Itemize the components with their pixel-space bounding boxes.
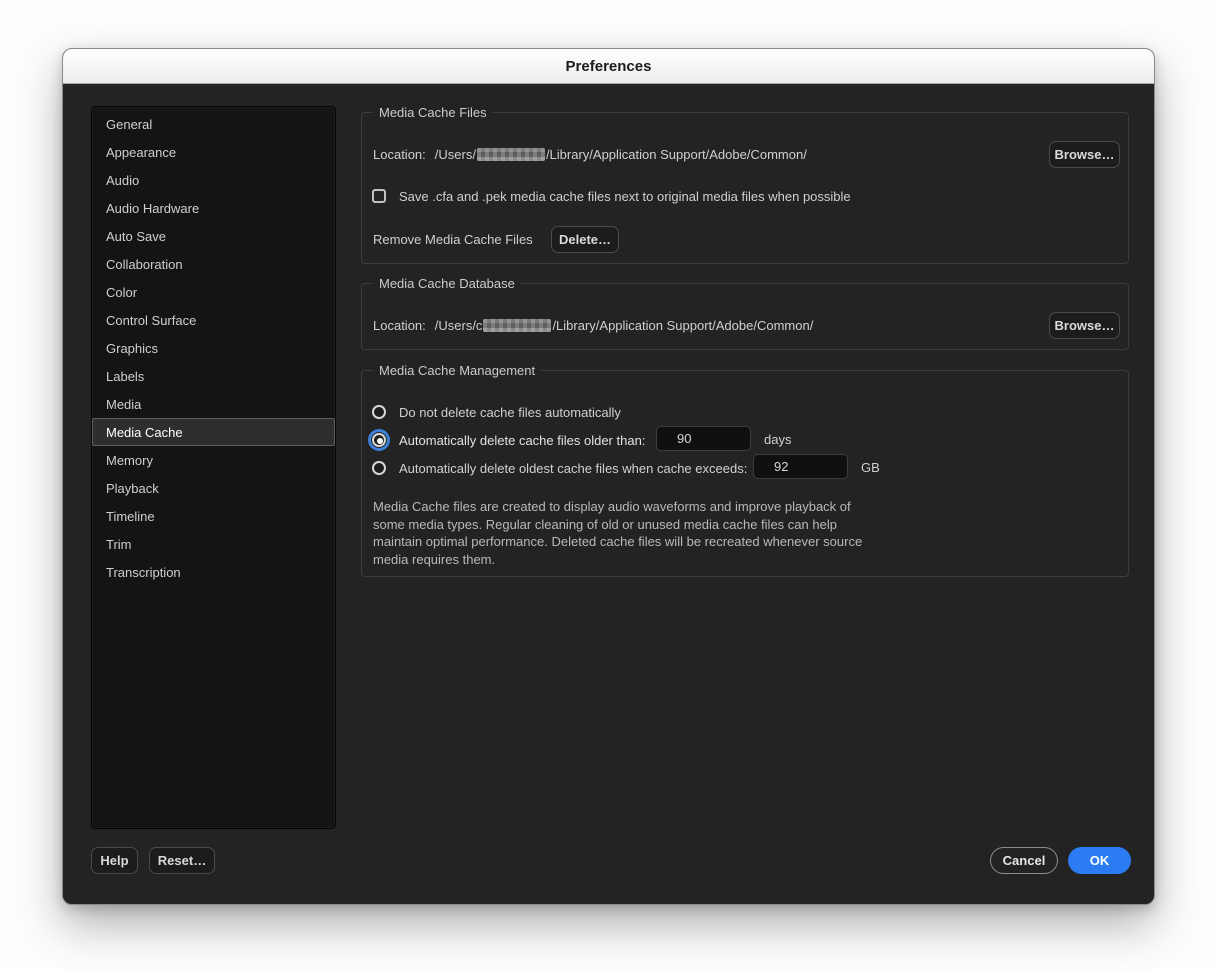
remove-media-cache-row: Remove Media Cache Files: [373, 231, 533, 247]
media-cache-management-legend: Media Cache Management: [373, 363, 541, 378]
sidebar-item-playback[interactable]: Playback: [92, 474, 335, 502]
sidebar-item-trim[interactable]: Trim: [92, 530, 335, 558]
radio-delete-older-than-label: Automatically delete cache files older t…: [399, 433, 645, 448]
radio-row-delete-exceeds: Automatically delete oldest cache files …: [372, 461, 747, 475]
files-location-label: Location:: [373, 147, 426, 162]
sidebar-item-appearance[interactable]: Appearance: [92, 138, 335, 166]
cancel-button[interactable]: Cancel: [990, 847, 1058, 874]
files-location-path: /Users//Library/Application Support/Adob…: [435, 147, 807, 162]
database-browse-button[interactable]: Browse…: [1049, 312, 1120, 339]
radio-row-delete-older: Automatically delete cache files older t…: [372, 433, 645, 447]
sidebar-item-color[interactable]: Color: [92, 278, 335, 306]
radio-do-not-delete[interactable]: [372, 405, 386, 419]
database-location-row: Location: /Users/c/Library/Application S…: [373, 316, 813, 334]
sidebar-item-collaboration[interactable]: Collaboration: [92, 250, 335, 278]
redacted-username: [477, 148, 545, 161]
days-unit-label: days: [764, 432, 791, 447]
files-location-row: Location: /Users//Library/Application Su…: [373, 145, 807, 163]
sidebar-item-transcription[interactable]: Transcription: [92, 558, 335, 586]
ok-button[interactable]: OK: [1068, 847, 1131, 874]
radio-do-not-delete-label: Do not delete cache files automatically: [399, 405, 621, 420]
save-next-to-media-checkbox[interactable]: [372, 189, 386, 203]
preferences-dialog: Preferences General Appearance Audio Aud…: [62, 48, 1155, 905]
description-line: some media types. Regular cleaning of ol…: [373, 516, 893, 534]
sidebar-item-media[interactable]: Media: [92, 390, 335, 418]
description-line: media requires them.: [373, 551, 893, 569]
dialog-body: General Appearance Audio Audio Hardware …: [63, 85, 1154, 905]
preferences-category-list: General Appearance Audio Audio Hardware …: [91, 106, 336, 829]
sidebar-item-audio-hardware[interactable]: Audio Hardware: [92, 194, 335, 222]
radio-delete-older-than[interactable]: [372, 433, 386, 447]
gb-input[interactable]: [753, 454, 848, 479]
title-bar: Preferences: [63, 49, 1154, 84]
radio-row-no-delete: Do not delete cache files automatically: [372, 405, 621, 419]
database-location-label: Location:: [373, 318, 426, 333]
delete-cache-button[interactable]: Delete…: [551, 226, 619, 253]
sidebar-item-media-cache[interactable]: Media Cache: [92, 418, 335, 446]
description-line: Media Cache files are created to display…: [373, 498, 893, 516]
media-cache-description: Media Cache files are created to display…: [373, 498, 893, 568]
sidebar-item-control-surface[interactable]: Control Surface: [92, 306, 335, 334]
redacted-username: [483, 319, 551, 332]
files-browse-button[interactable]: Browse…: [1049, 141, 1120, 168]
media-cache-database-legend: Media Cache Database: [373, 276, 521, 291]
radio-delete-when-exceeds[interactable]: [372, 461, 386, 475]
save-next-to-media-label: Save .cfa and .pek media cache files nex…: [399, 189, 851, 204]
days-input[interactable]: [656, 426, 751, 451]
radio-delete-when-exceeds-label: Automatically delete oldest cache files …: [399, 461, 747, 476]
reset-button[interactable]: Reset…: [149, 847, 215, 874]
sidebar-item-timeline[interactable]: Timeline: [92, 502, 335, 530]
help-button[interactable]: Help: [91, 847, 138, 874]
remove-media-cache-label: Remove Media Cache Files: [373, 232, 533, 247]
dialog-title: Preferences: [566, 58, 652, 75]
save-next-to-media-row: Save .cfa and .pek media cache files nex…: [372, 188, 851, 204]
sidebar-item-general[interactable]: General: [92, 110, 335, 138]
sidebar-item-audio[interactable]: Audio: [92, 166, 335, 194]
media-cache-files-legend: Media Cache Files: [373, 105, 493, 120]
gb-unit-label: GB: [861, 460, 880, 475]
sidebar-item-graphics[interactable]: Graphics: [92, 334, 335, 362]
sidebar-item-auto-save[interactable]: Auto Save: [92, 222, 335, 250]
sidebar-item-memory[interactable]: Memory: [92, 446, 335, 474]
sidebar-item-labels[interactable]: Labels: [92, 362, 335, 390]
description-line: maintain optimal performance. Deleted ca…: [373, 533, 893, 551]
database-location-path: /Users/c/Library/Application Support/Ado…: [435, 318, 814, 333]
